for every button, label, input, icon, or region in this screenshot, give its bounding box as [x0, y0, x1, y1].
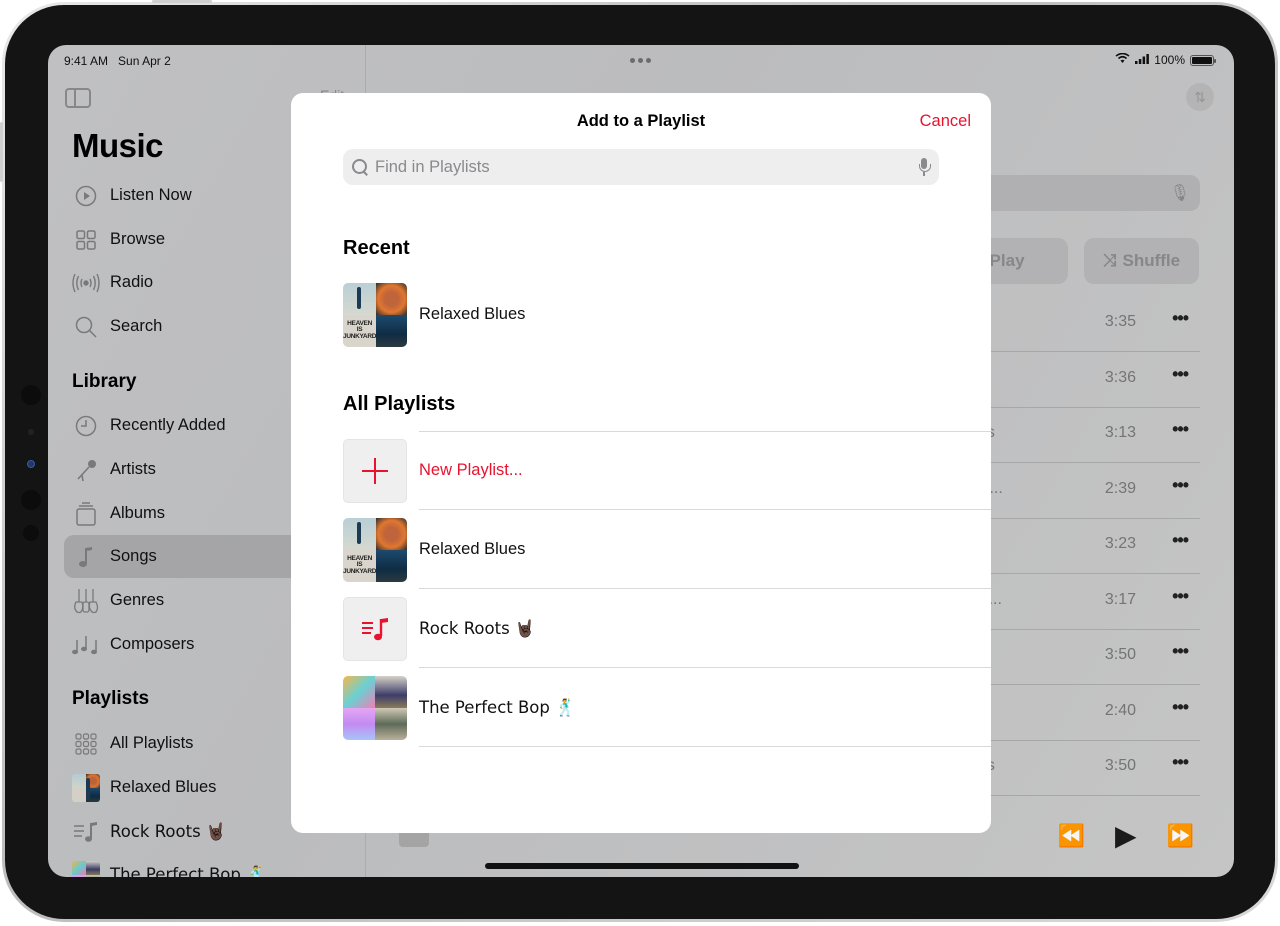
home-indicator[interactable]	[485, 863, 799, 869]
sensor	[21, 490, 41, 510]
recent-section-title: Recent	[343, 237, 410, 259]
camera-lens	[27, 460, 35, 468]
new-playlist-row[interactable]: New Playlist...	[343, 431, 991, 510]
microphone-stand	[923, 172, 925, 176]
playlist-name: Relaxed Blues	[419, 305, 526, 323]
cancel-button[interactable]: Cancel	[920, 112, 971, 131]
sensor-dot	[28, 429, 34, 435]
playlist-search-field[interactable]	[343, 149, 939, 185]
sensor	[23, 525, 39, 541]
playlist-name: Relaxed Blues	[419, 540, 526, 558]
playlist-artwork: HEAVEN IS JUNKYARD	[343, 282, 407, 347]
all-playlists-section-title: All Playlists	[343, 393, 456, 415]
new-playlist-label: New Playlist...	[419, 461, 523, 479]
sensor	[21, 385, 41, 405]
playlist-note-icon	[343, 596, 407, 661]
plus-icon	[362, 457, 388, 484]
divider	[419, 431, 991, 432]
playlist-artwork	[343, 675, 407, 740]
playlist-artwork: HEAVEN IS JUNKYARD	[343, 517, 407, 582]
add-to-playlist-sheet: Add to a Playlist Cancel Recent HEAVENIS…	[291, 93, 991, 833]
top-button	[152, 0, 212, 3]
volume-button	[0, 122, 3, 182]
divider	[419, 746, 991, 747]
playlist-name: The Perfect Bop 🕺	[419, 697, 576, 717]
playlist-row-relaxed-blues[interactable]: HEAVEN IS JUNKYARD Relaxed Blues	[343, 510, 991, 589]
recent-playlist-row[interactable]: HEAVEN IS JUNKYARD Relaxed Blues	[343, 275, 991, 354]
new-playlist-tile	[343, 438, 407, 503]
search-icon	[351, 158, 369, 176]
playlist-search-input[interactable]	[375, 157, 939, 177]
sheet-title: Add to a Playlist	[576, 112, 706, 130]
playlist-name: Rock Roots 🤘🏿	[419, 618, 536, 638]
playlist-row-rock-roots[interactable]: Rock Roots 🤘🏿	[343, 589, 991, 668]
playlist-row-the-perfect-bop[interactable]: The Perfect Bop 🕺	[343, 668, 991, 747]
screen: Edit Music Listen Now Browse Radio Searc…	[48, 45, 1234, 877]
